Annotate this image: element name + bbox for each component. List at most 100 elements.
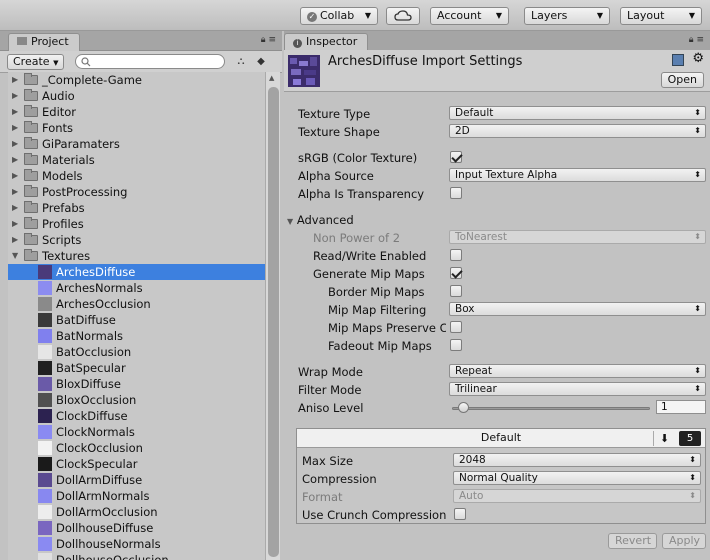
revert-button[interactable]: Revert [608, 533, 657, 549]
tree-texture-row[interactable]: BatNormals [8, 328, 265, 344]
tree-texture-row[interactable]: BloxOcclusion [8, 392, 265, 408]
apply-button[interactable]: Apply [662, 533, 706, 549]
readwrite-checkbox[interactable] [450, 249, 462, 261]
tree-texture-row[interactable]: DollhouseNormals [8, 536, 265, 552]
tab-project[interactable]: Project [8, 33, 80, 51]
tree-folder-row[interactable]: ▼ Textures [8, 248, 265, 264]
tree-texture-row[interactable]: DollArmOcclusion [8, 504, 265, 520]
tree-folder-row[interactable]: ▶ Audio [8, 88, 265, 104]
tree-texture-row[interactable]: ClockDiffuse [8, 408, 265, 424]
tree-folder-row[interactable]: ▶ Prefabs [8, 200, 265, 216]
gear-icon[interactable]: ⚙ [692, 51, 704, 66]
download-icon[interactable]: ⬇ [653, 431, 675, 446]
chevron-right-icon[interactable]: ▶ [12, 200, 18, 216]
max-size-value: 2048 [459, 454, 486, 466]
filter-mode-dropdown[interactable]: Trilinear ⬍ [449, 382, 706, 396]
tree-texture-row[interactable]: DollhouseDiffuse [8, 520, 265, 536]
layers-button[interactable]: Layers ▼ [524, 7, 610, 25]
texture-shape-dropdown[interactable]: 2D ⬍ [449, 124, 706, 138]
tree-folder-row[interactable]: ▶ GiParamaters [8, 136, 265, 152]
texture-label: BloxOcclusion [56, 393, 137, 407]
tree-texture-row[interactable]: BatOcclusion [8, 344, 265, 360]
tree-texture-row[interactable]: BatSpecular [8, 360, 265, 376]
folder-icon [24, 73, 38, 85]
texture-type-dropdown[interactable]: Default ⬍ [449, 106, 706, 120]
compression-dropdown[interactable]: Normal Quality ⬍ [453, 471, 701, 485]
create-button[interactable]: Create ▼ [7, 54, 65, 70]
aniso-value-field[interactable]: 1 [656, 400, 706, 414]
chevron-down-icon[interactable]: ▼ [12, 248, 18, 264]
aniso-label: Aniso Level [298, 401, 364, 415]
search-input[interactable] [75, 54, 225, 69]
cloud-button[interactable] [386, 7, 420, 25]
tree-texture-row[interactable]: BloxDiffuse [8, 376, 265, 392]
tree-texture-row[interactable]: DollArmDiffuse [8, 472, 265, 488]
alpha-source-dropdown[interactable]: Input Texture Alpha ⬍ [449, 168, 706, 182]
border-mip-checkbox[interactable] [450, 285, 462, 297]
advanced-foldout[interactable]: ▼ Advanced [287, 213, 354, 227]
html5-icon[interactable]: 5 [679, 431, 701, 446]
panel-menu-icons[interactable]: 🔒︎ ≡ [261, 35, 276, 45]
tab-inspector[interactable]: i Inspector [284, 33, 368, 51]
account-button[interactable]: Account ▼ [430, 7, 509, 25]
tree-folder-row[interactable]: ▶ Models [8, 168, 265, 184]
tree-folder-row[interactable]: ▶ Scripts [8, 232, 265, 248]
fadeout-checkbox[interactable] [450, 339, 462, 351]
collab-button[interactable]: ✓ Collab ▼ [300, 7, 378, 25]
filter-by-type-icon[interactable]: ⛬ [232, 54, 250, 70]
wrap-mode-dropdown[interactable]: Repeat ⬍ [449, 364, 706, 378]
tree-folder-row[interactable]: ▶ PostProcessing [8, 184, 265, 200]
alpha-transparency-label: Alpha Is Transparency [298, 187, 425, 201]
chevron-right-icon[interactable]: ▶ [12, 72, 18, 88]
tree-folder-row[interactable]: ▶ Fonts [8, 120, 265, 136]
chevron-right-icon[interactable]: ▶ [12, 152, 18, 168]
chevron-right-icon[interactable]: ▶ [12, 136, 18, 152]
tree-texture-row[interactable]: ClockSpecular [8, 456, 265, 472]
chevron-right-icon[interactable]: ▶ [12, 232, 18, 248]
mip-filter-dropdown[interactable]: Box ⬍ [449, 302, 706, 316]
project-scrollbar[interactable]: ▲ [265, 72, 280, 560]
tree-texture-row[interactable]: ClockNormals [8, 424, 265, 440]
tree-texture-row[interactable]: ArchesNormals [8, 280, 265, 296]
chevron-right-icon[interactable]: ▶ [12, 88, 18, 104]
srgb-checkbox[interactable] [450, 151, 462, 163]
mipmaps-checkbox[interactable] [450, 267, 462, 279]
texture-label: ArchesNormals [56, 281, 143, 295]
filter-by-label-icon[interactable]: ◆ [252, 54, 270, 70]
menu-icon[interactable]: ≡ [268, 35, 276, 45]
lock-icon[interactable]: 🔒︎ [261, 35, 266, 45]
aniso-slider-handle[interactable] [458, 402, 469, 413]
tree-texture-row[interactable]: DollhouseOcclusion [8, 552, 265, 560]
chevron-right-icon[interactable]: ▶ [12, 104, 18, 120]
texture-shape-value: 2D [455, 125, 470, 137]
scrollbar-thumb[interactable] [268, 87, 279, 557]
crunch-checkbox[interactable] [454, 508, 466, 520]
tree-folder-row[interactable]: ▶ Materials [8, 152, 265, 168]
help-book-icon[interactable] [672, 54, 684, 66]
lock-icon[interactable]: 🔒︎ [689, 35, 694, 45]
max-size-dropdown[interactable]: 2048 ⬍ [453, 453, 701, 467]
scroll-up-icon[interactable]: ▲ [269, 74, 274, 82]
chevron-right-icon[interactable]: ▶ [12, 120, 18, 136]
tree-texture-row[interactable]: DollArmNormals [8, 488, 265, 504]
chevron-right-icon[interactable]: ▶ [12, 168, 18, 184]
mip-preserve-checkbox[interactable] [450, 321, 462, 333]
aniso-slider-track[interactable] [452, 407, 650, 410]
alpha-transparency-checkbox[interactable] [450, 187, 462, 199]
tree-texture-row[interactable]: ArchesDiffuse [8, 264, 265, 280]
tree-folder-row[interactable]: ▶ Editor [8, 104, 265, 120]
layout-button[interactable]: Layout ▼ [620, 7, 702, 25]
chevron-right-icon[interactable]: ▶ [12, 216, 18, 232]
fadeout-label: Fadeout Mip Maps [328, 339, 432, 353]
chevron-right-icon[interactable]: ▶ [12, 184, 18, 200]
panel-menu-icons[interactable]: 🔒︎ ≡ [689, 35, 704, 45]
tree-texture-row[interactable]: ArchesOcclusion [8, 296, 265, 312]
menu-icon[interactable]: ≡ [696, 35, 704, 45]
tab-default-platform[interactable]: Default [297, 429, 705, 447]
open-button[interactable]: Open [660, 72, 704, 88]
tree-texture-row[interactable]: ClockOcclusion [8, 440, 265, 456]
tree-folder-row[interactable]: ▶ Profiles [8, 216, 265, 232]
tree-texture-row[interactable]: BatDiffuse [8, 312, 265, 328]
texture-label: ClockOcclusion [56, 441, 143, 455]
tree-folder-row[interactable]: ▶ _Complete-Game [8, 72, 265, 88]
